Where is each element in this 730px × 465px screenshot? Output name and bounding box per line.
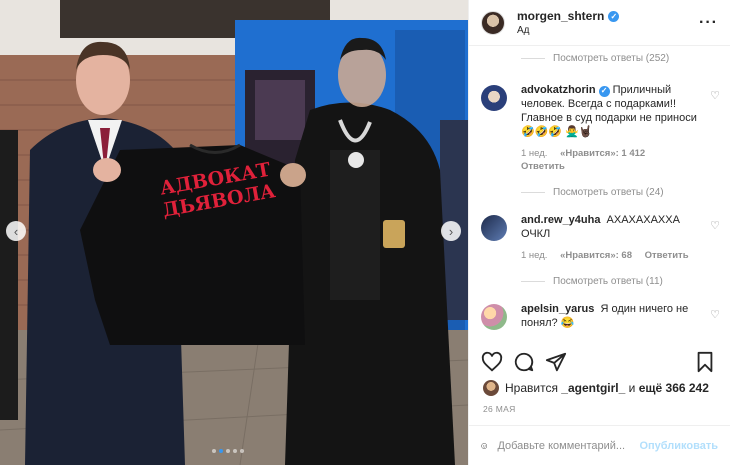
carousel-indicator [212, 449, 244, 453]
comment-meta: 1 нед. «Нравится»: 68 Ответить [521, 249, 706, 262]
replies-divider [521, 57, 545, 59]
carousel-dot [226, 449, 230, 453]
replies-divider [521, 191, 545, 193]
bookmark-icon [697, 351, 713, 373]
comment-input[interactable] [497, 439, 640, 452]
commenter-avatar[interactable] [481, 215, 507, 241]
verified-badge-icon: ✓ [598, 85, 610, 97]
carousel-dot [212, 449, 216, 453]
likes-count[interactable]: ещё 366 242 [639, 381, 709, 395]
post-viewer: АДВОКАТ ДЬЯВОЛА ‹ › morgen_shtern ✓ Ад ·… [0, 0, 730, 465]
share-button[interactable] [545, 351, 569, 375]
photo-scene [0, 0, 468, 465]
reply-button[interactable]: Ответить [645, 250, 689, 261]
post-header: morgen_shtern ✓ Ад ··· [469, 0, 730, 46]
view-replies-link[interactable]: Посмотреть ответы (11) [521, 272, 730, 290]
post-actions [481, 350, 718, 376]
comment-item: advokatzhorin ✓ Приличный человек. Всегда … [469, 83, 730, 173]
comment-like-heart-icon[interactable]: ♡ [710, 308, 720, 321]
commenter-avatar[interactable] [481, 85, 507, 111]
comment-bubble-icon [514, 352, 534, 372]
carousel-next-button[interactable]: › [441, 221, 461, 241]
carousel-dot-active [219, 449, 223, 453]
post-photo[interactable]: АДВОКАТ ДЬЯВОЛА ‹ › [0, 0, 468, 465]
post-date[interactable]: 26 МАЯ [483, 404, 516, 414]
carousel-dot [240, 449, 244, 453]
comment-username[interactable]: apelsin_yarus [521, 303, 594, 315]
view-replies-label: Посмотреть ответы (11) [553, 275, 663, 287]
view-replies-link[interactable]: Посмотреть ответы (252) [521, 49, 730, 67]
paper-plane-icon [545, 352, 567, 372]
like-button[interactable] [481, 351, 505, 375]
replies-divider [521, 280, 545, 282]
add-comment-bar: Опубликовать [469, 425, 730, 465]
carousel-prev-button[interactable]: ‹ [6, 221, 26, 241]
likes-prefix: Нравится [505, 381, 558, 395]
view-replies-label: Посмотреть ответы (24) [553, 186, 664, 198]
comment-button[interactable] [513, 351, 537, 375]
liker-avatar[interactable] [483, 380, 499, 396]
view-replies-label: Посмотреть ответы (252) [553, 52, 670, 64]
author-avatar[interactable] [481, 10, 505, 35]
reply-button[interactable]: Ответить [521, 161, 565, 172]
comment-item: apelsin_yarus Я один ничего не понял? 😂 … [469, 302, 730, 330]
comment-meta: 1 нед. «Нравится»: 1 412 Ответить [521, 147, 706, 173]
heart-icon [481, 351, 503, 372]
comment-username[interactable]: advokatzhorin [521, 84, 596, 96]
comments-list[interactable]: Посмотреть ответы (252) advokatzhorin ✓ Пр… [469, 47, 730, 339]
likes-middle: и [628, 381, 636, 395]
carousel-dot [233, 449, 237, 453]
comment-likes[interactable]: «Нравится»: 1 412 [560, 148, 645, 159]
ellipsis-icon[interactable]: ··· [699, 14, 718, 32]
comment-item: and.rew_y4uha АХАХАХАХХА ОЧКЛ 1 нед. «Нр… [469, 213, 730, 262]
likes-summary: Нравится _agentgirl_ и ещё 366 242 [483, 380, 718, 396]
emoji-icon[interactable] [481, 436, 488, 456]
commenter-avatar[interactable] [481, 304, 507, 330]
chevron-left-icon: ‹ [13, 223, 19, 239]
post-side-panel: morgen_shtern ✓ Ад ··· Посмотреть ответы… [468, 0, 730, 465]
comment-like-heart-icon[interactable]: ♡ [710, 89, 720, 102]
author-username[interactable]: morgen_shtern [517, 9, 604, 23]
comment-like-heart-icon[interactable]: ♡ [710, 219, 720, 232]
save-button[interactable] [694, 351, 718, 375]
comment-time[interactable]: 1 нед. [521, 250, 547, 261]
chevron-right-icon: › [448, 223, 454, 239]
comment-username[interactable]: and.rew_y4uha [521, 214, 600, 226]
publish-button[interactable]: Опубликовать [639, 440, 718, 452]
view-replies-link[interactable]: Посмотреть ответы (24) [521, 183, 730, 201]
verified-badge-icon: ✓ [608, 10, 620, 22]
post-location[interactable]: Ад [517, 25, 619, 36]
comment-time[interactable]: 1 нед. [521, 148, 547, 159]
comment-likes[interactable]: «Нравится»: 68 [560, 250, 632, 261]
liker-username[interactable]: _agentgirl_ [561, 381, 625, 395]
